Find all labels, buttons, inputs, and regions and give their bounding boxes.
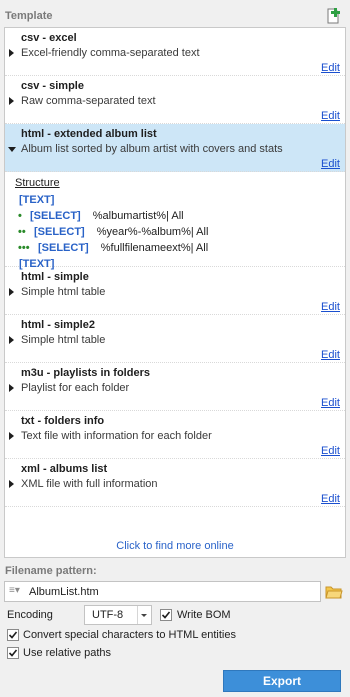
chevron-down-icon[interactable] [137,606,151,624]
structure-line: ••• [SELECT] %fullfilenameext%| All [15,240,345,256]
edit-link[interactable]: Edit [321,493,340,505]
template-item-csv-excel[interactable]: csv - excel Excel-friendly comma-separat… [5,28,345,76]
edit-link[interactable]: Edit [321,62,340,74]
filename-pattern-label: Filename pattern: [5,565,97,577]
template-title: csv - simple [21,80,84,92]
edit-link[interactable]: Edit [321,397,340,409]
template-title: html - simple [21,271,89,283]
structure-heading: Structure [15,177,60,189]
write-bom-label[interactable]: Write BOM [177,609,231,621]
edit-link[interactable]: Edit [321,445,340,457]
pattern-menu-icon[interactable]: ≡▾ [9,585,20,596]
expand-arrow-icon[interactable] [9,288,14,296]
convert-special-label[interactable]: Convert special characters to HTML entit… [23,629,236,641]
structure-tag: [SELECT] [38,242,89,254]
check-icon [8,649,18,657]
template-title: html - extended album list [21,128,157,140]
template-title: xml - albums list [21,463,108,475]
structure-expression: %albumartist%| All [92,210,184,222]
edit-link[interactable]: Edit [321,301,340,313]
filename-pattern-value: AlbumList.htm [29,586,99,598]
template-description: Excel-friendly comma-separated text [21,47,200,59]
encoding-label: Encoding [7,609,53,621]
structure-expression: %year%-%album%| All [96,226,209,238]
structure-tag: [SELECT] [34,226,85,238]
export-button[interactable]: Export [223,670,341,692]
template-title: csv - excel [21,32,77,44]
template-description: Raw comma-separated text [21,95,156,107]
template-description: Simple html table [21,286,106,298]
template-item-html-extended-album-list[interactable]: html - extended album list Album list so… [5,124,345,172]
structure-line: [TEXT] [15,192,345,208]
convert-special-checkbox[interactable] [7,629,19,641]
find-more-online-link[interactable]: Click to find more online [5,540,345,552]
template-item-xml-albums-list[interactable]: xml - albums list XML file with full inf… [5,459,345,507]
expand-arrow-icon[interactable] [9,384,14,392]
expand-arrow-icon[interactable] [9,480,14,488]
expand-arrow-icon[interactable] [9,336,14,344]
template-structure: Structure [TEXT] • [SELECT] %albumartist%|… [5,172,345,270]
template-title: html - simple2 [21,319,95,331]
filename-pattern-input[interactable]: ≡▾ AlbumList.htm [4,581,321,602]
expand-arrow-icon[interactable] [9,97,14,105]
add-template-icon[interactable] [325,8,341,24]
structure-tag: [SELECT] [30,210,81,222]
structure-line: •• [SELECT] %year%-%album%| All [15,224,345,240]
template-item-csv-simple[interactable]: csv - simple Raw comma-separated text Ed… [5,76,345,124]
relative-paths-checkbox[interactable] [7,647,19,659]
structure-tag: [TEXT] [19,194,55,206]
template-description: Album list sorted by album artist with c… [21,143,283,155]
expand-arrow-icon[interactable] [9,49,14,57]
expand-arrow-icon[interactable] [9,432,14,440]
write-bom-checkbox[interactable] [160,609,172,621]
template-list[interactable]: csv - excel Excel-friendly comma-separat… [4,27,346,558]
edit-link[interactable]: Edit [321,349,340,361]
template-item-html-simple[interactable]: html - simple Simple html table Edit [5,267,345,315]
encoding-select[interactable]: UTF-8 [84,605,152,625]
structure-expression: %fullfilenameext%| All [100,242,209,254]
template-item-m3u-playlists-in-folders[interactable]: m3u - playlists in folders Playlist for … [5,363,345,411]
structure-line: • [SELECT] %albumartist%| All [15,208,345,224]
folder-icon[interactable] [325,584,343,600]
template-item-html-simple2[interactable]: html - simple2 Simple html table Edit [5,315,345,363]
template-title: txt - folders info [21,415,105,427]
relative-paths-label[interactable]: Use relative paths [23,647,111,659]
check-icon [161,611,171,619]
template-description: XML file with full information [21,478,158,490]
edit-link[interactable]: Edit [321,158,340,170]
edit-link[interactable]: Edit [321,110,340,122]
template-item-txt-folders-info[interactable]: txt - folders info Text file with inform… [5,411,345,459]
collapse-arrow-icon[interactable] [8,147,16,152]
nesting-dots: • [18,210,22,222]
nesting-dots: ••• [18,242,30,254]
template-description: Playlist for each folder [21,382,130,394]
nesting-dots: •• [18,226,26,238]
template-description: Simple html table [21,334,106,346]
encoding-value: UTF-8 [92,609,124,621]
template-description: Text file with information for each fold… [21,430,212,442]
template-title: m3u - playlists in folders [21,367,150,379]
check-icon [8,631,18,639]
template-section-title: Template [5,10,53,22]
